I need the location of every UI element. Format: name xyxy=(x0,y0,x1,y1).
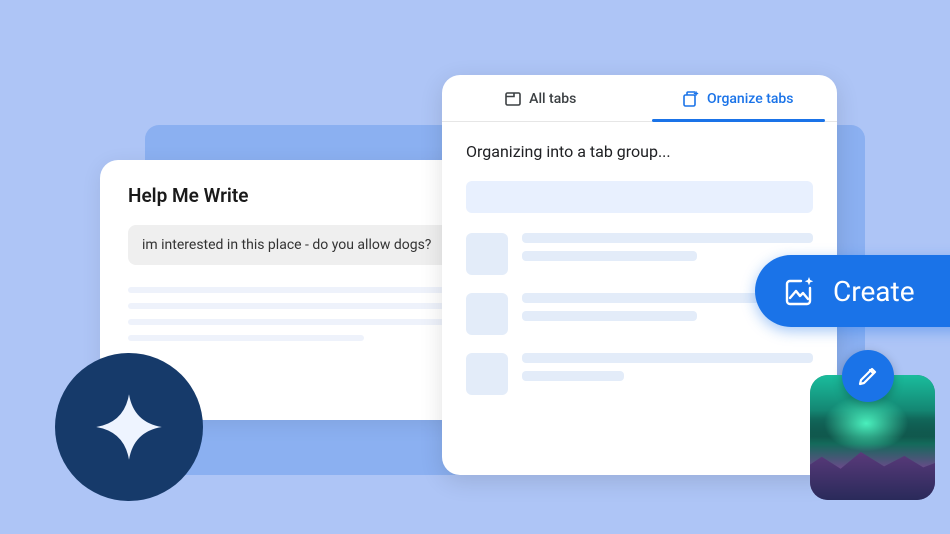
create-button[interactable]: Create xyxy=(755,255,950,327)
pencil-icon xyxy=(856,364,880,388)
image-spark-icon xyxy=(783,274,817,308)
create-button-label: Create xyxy=(833,275,915,308)
placeholder-bar xyxy=(466,181,813,213)
edit-image-button[interactable] xyxy=(842,350,894,402)
placeholder-lines xyxy=(522,353,813,395)
placeholder-line xyxy=(522,251,697,261)
tab-organize-tabs[interactable]: Organize tabs xyxy=(640,75,838,121)
placeholder-line xyxy=(522,233,813,243)
placeholder-row xyxy=(466,353,813,395)
tab-box-icon xyxy=(505,92,521,106)
placeholder-square xyxy=(466,293,508,335)
spark-badge xyxy=(55,353,203,501)
spark-icon xyxy=(90,388,168,466)
placeholder-square xyxy=(466,233,508,275)
placeholder-line xyxy=(522,353,813,363)
placeholder-square xyxy=(466,353,508,395)
image-thumbnail-wrap xyxy=(810,375,935,500)
placeholder-line xyxy=(128,287,463,293)
placeholder-line xyxy=(522,371,624,381)
placeholder-line xyxy=(128,335,364,341)
tab-all-tabs[interactable]: All tabs xyxy=(442,75,640,121)
placeholder-row xyxy=(466,233,813,275)
tab-header: All tabs Organize tabs xyxy=(442,75,837,122)
tab-organizer-status: Organizing into a tab group... xyxy=(466,142,813,161)
placeholder-line xyxy=(522,311,697,321)
organize-icon xyxy=(683,91,699,107)
tab-organize-label: Organize tabs xyxy=(707,91,794,107)
tab-all-label: All tabs xyxy=(529,91,576,107)
